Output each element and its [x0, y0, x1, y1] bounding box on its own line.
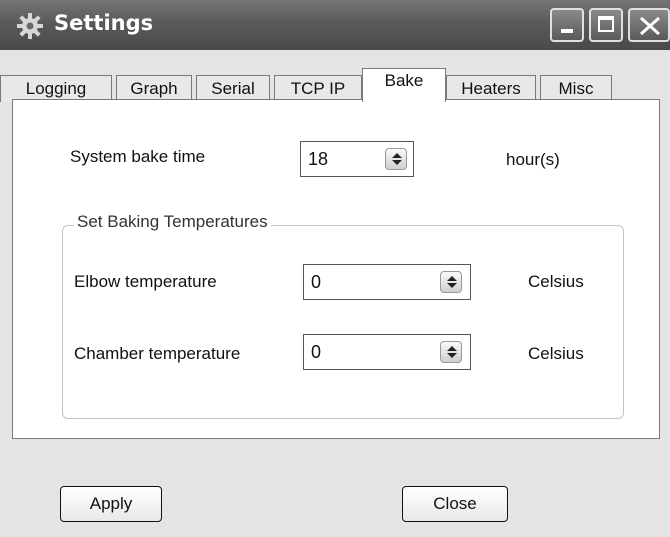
- bake-time-value[interactable]: 18: [308, 149, 328, 170]
- title-bar[interactable]: Settings: [0, 0, 670, 50]
- elbow-temperature-label: Elbow temperature: [74, 272, 217, 291]
- elbow-temperature-spinner[interactable]: 0: [303, 264, 471, 300]
- chamber-temperature-value[interactable]: 0: [311, 342, 321, 363]
- baking-temperatures-group: [62, 225, 624, 419]
- tab-heaters[interactable]: Heaters: [446, 75, 536, 102]
- group-title: Set Baking Temperatures: [74, 212, 271, 232]
- elbow-temperature-unit: Celsius: [528, 272, 584, 291]
- elbow-temperature-value[interactable]: 0: [311, 272, 321, 293]
- settings-window: Settings Logging Graph Serial TCP IP Bak…: [0, 0, 670, 537]
- tab-misc[interactable]: Misc: [540, 75, 612, 102]
- close-button[interactable]: Close: [402, 486, 508, 522]
- tab-logging[interactable]: Logging: [0, 75, 112, 102]
- window-title: Settings: [54, 11, 154, 35]
- chamber-temperature-spinner[interactable]: 0: [303, 334, 471, 370]
- gear-icon: [16, 12, 44, 40]
- tab-graph[interactable]: Graph: [116, 75, 192, 102]
- tab-serial[interactable]: Serial: [196, 75, 270, 102]
- up-down-arrows-icon[interactable]: [440, 341, 462, 363]
- bake-time-spinner[interactable]: 18: [300, 141, 414, 177]
- up-down-arrows-icon[interactable]: [440, 271, 462, 293]
- apply-button[interactable]: Apply: [60, 486, 162, 522]
- chamber-temperature-unit: Celsius: [528, 344, 584, 363]
- bake-time-label: System bake time: [70, 147, 206, 166]
- tab-tcp-ip[interactable]: TCP IP: [274, 75, 362, 102]
- tab-strip: Logging Graph Serial TCP IP Bake Heaters…: [0, 50, 670, 102]
- tab-bake[interactable]: Bake: [362, 68, 446, 102]
- close-window-button[interactable]: [628, 8, 670, 42]
- up-down-arrows-icon[interactable]: [385, 148, 407, 170]
- maximize-button[interactable]: [589, 8, 623, 42]
- chamber-temperature-label: Chamber temperature: [74, 344, 241, 363]
- minimize-button[interactable]: [550, 8, 584, 42]
- bake-time-unit: hour(s): [506, 150, 560, 169]
- close-icon: [640, 16, 660, 36]
